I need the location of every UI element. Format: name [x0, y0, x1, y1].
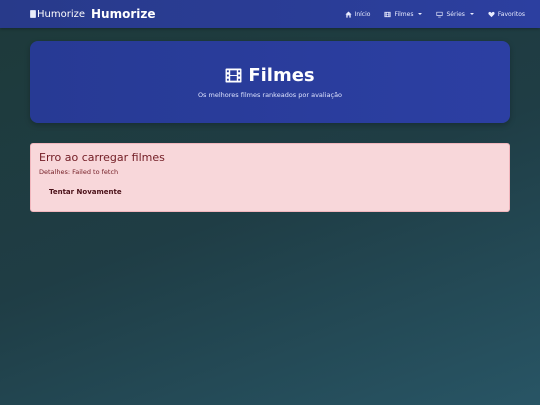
- nav-link-label: Filmes: [394, 10, 414, 18]
- nav-link-series[interactable]: Séries: [429, 11, 480, 18]
- film-icon: [225, 68, 242, 83]
- heart-icon: [488, 11, 495, 17]
- nav-link-favoritos[interactable]: Favoritos: [481, 11, 532, 18]
- navbar: Humorize Humorize Início Filmes Séries F…: [0, 0, 540, 28]
- error-alert: Erro ao carregar filmes Detalhes: Failed…: [30, 143, 510, 212]
- retry-button[interactable]: Tentar Novamente: [49, 188, 122, 196]
- page-subtitle: Os melhores filmes rankeados por avaliaç…: [197, 91, 343, 99]
- page-title: Filmes: [225, 65, 315, 86]
- film-icon: [384, 11, 391, 17]
- nav-link-label: Favoritos: [497, 10, 525, 18]
- broken-image-icon: [30, 10, 36, 18]
- error-detail: Detalhes: Failed to fetch: [39, 168, 119, 176]
- brand-name: Humorize: [91, 7, 156, 21]
- error-title: Erro ao carregar filmes: [39, 151, 165, 164]
- tv-icon: [436, 11, 444, 17]
- page-title-text: Filmes: [248, 65, 315, 86]
- nav-link-filmes[interactable]: Filmes: [377, 11, 429, 18]
- nav-link-label: Início: [354, 10, 371, 18]
- brand-logo-alt: Humorize: [37, 8, 86, 20]
- brand-logo: Humorize: [30, 9, 85, 20]
- nav-link-label: Séries: [446, 10, 465, 18]
- page-header: Filmes Os melhores filmes rankeados por …: [30, 41, 510, 123]
- chevron-down-icon: [418, 13, 423, 15]
- nav-links: Início Filmes Séries Favoritos: [338, 11, 532, 18]
- nav-link-inicio[interactable]: Início: [338, 11, 378, 18]
- chevron-down-icon: [469, 13, 474, 15]
- brand-link[interactable]: Humorize Humorize: [30, 7, 156, 21]
- home-icon: [344, 10, 352, 18]
